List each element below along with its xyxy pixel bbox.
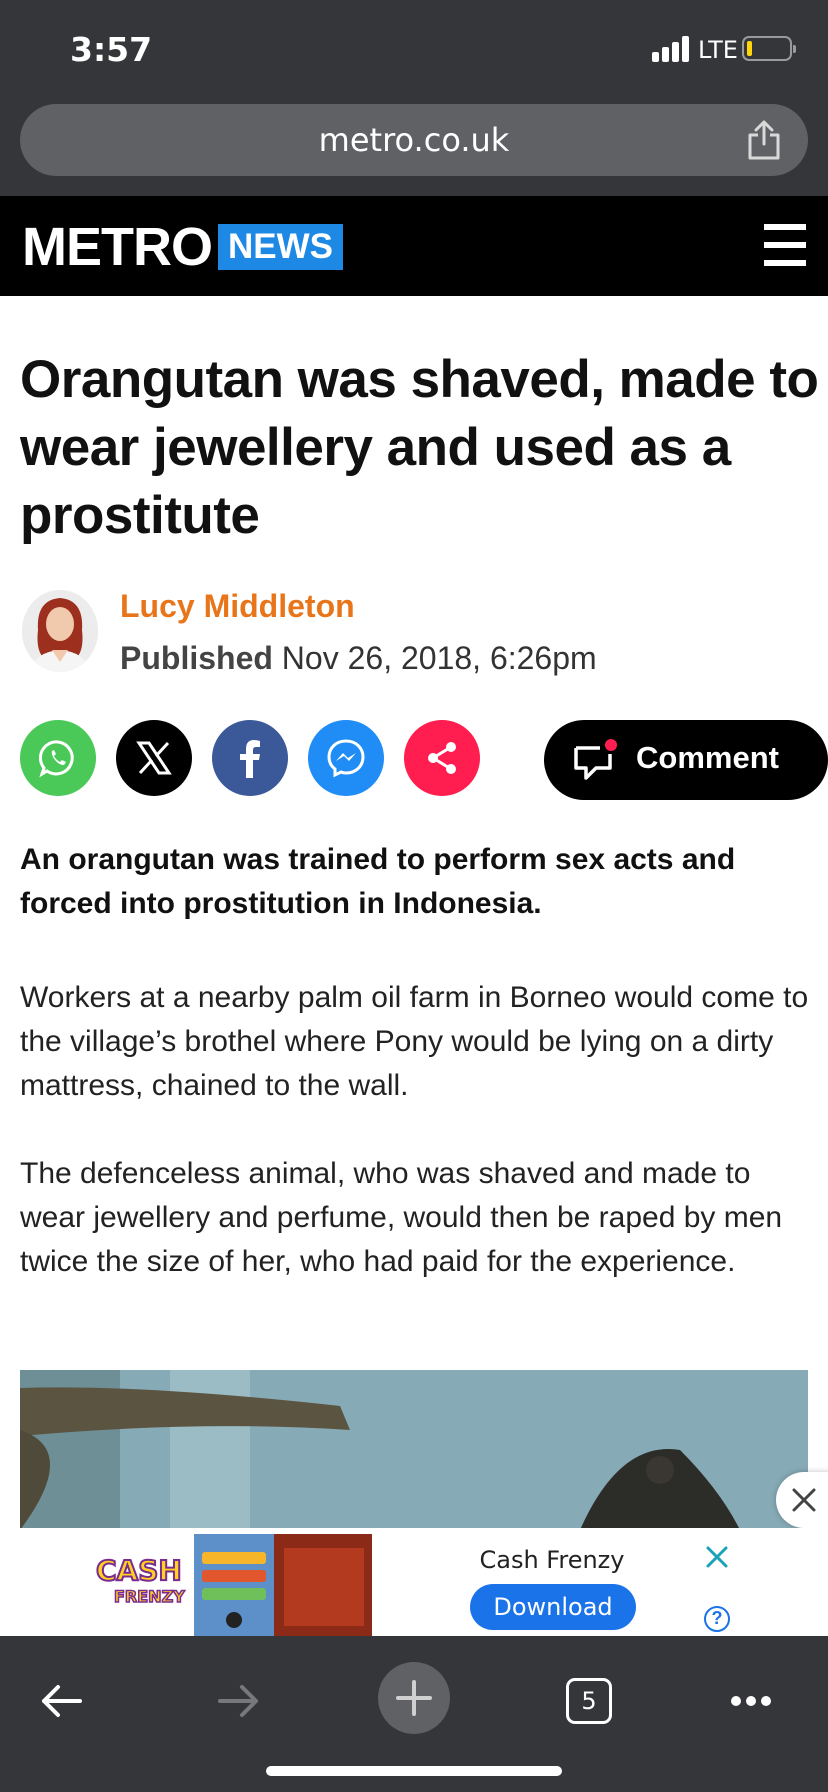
cellular-signal-icon [652,36,692,62]
url-text: metro.co.uk [318,121,510,159]
address-bar[interactable]: metro.co.uk [20,104,808,176]
battery-icon [742,36,796,61]
svg-text:FRENZY: FRENZY [114,1587,185,1606]
back-arrow-icon [42,1685,82,1717]
whatsapp-icon [38,740,74,778]
article-headline: Orangutan was shaved, made to wear jewel… [20,350,819,545]
author-name-link[interactable]: Lucy Middleton [120,588,355,625]
published-info: Published Nov 26, 2018, 6:26pm [120,640,597,677]
browser-top-bar: 3:57 LTE metro.co.uk [0,0,828,196]
back-button[interactable] [28,1666,98,1736]
more-share-button[interactable] [404,720,480,796]
plus-icon [396,1680,432,1716]
close-ad-button[interactable] [776,1472,828,1528]
article-photo[interactable] [20,1370,808,1530]
facebook-share-button[interactable] [212,720,288,796]
author-avatar[interactable] [22,590,98,672]
svg-text:CASH: CASH [96,1554,182,1587]
status-bar: 3:57 LTE [0,0,828,100]
ad-title: Cash Frenzy [479,1546,625,1574]
new-tab-button[interactable] [378,1662,450,1734]
ad-game-thumbnail [194,1534,372,1636]
comment-button[interactable]: Comment [544,720,828,800]
hamburger-menu-icon[interactable] [764,224,806,266]
ad-banner[interactable]: CASH FRENZY Cash Frenzy Download ? [0,1528,828,1636]
facebook-icon [240,740,260,778]
messenger-share-button[interactable] [308,720,384,796]
home-indicator[interactable] [266,1766,562,1776]
share-icon [428,742,456,774]
share-page-icon[interactable] [746,120,782,160]
status-time: 3:57 [70,30,153,69]
cash-frenzy-logo: CASH FRENZY [95,1553,186,1607]
more-options-button[interactable] [716,1666,786,1736]
article-paragraph: The defenceless animal, who was shaved a… [20,1157,783,1278]
messenger-icon [327,739,365,778]
close-icon [792,1488,816,1512]
section-news-tag[interactable]: NEWS [218,224,343,270]
network-type: LTE [698,36,738,64]
x-icon [136,741,172,775]
forward-button[interactable] [202,1666,272,1736]
published-label: Published [120,640,273,676]
share-buttons-row: Comment [20,720,828,800]
ad-help-icon[interactable]: ? [704,1606,730,1632]
ad-download-button[interactable]: Download [470,1584,636,1630]
forward-arrow-icon [218,1685,258,1717]
more-dots-icon [731,1696,771,1706]
x-share-button[interactable] [116,720,192,796]
ad-close-icon[interactable] [704,1544,730,1570]
published-date: Nov 26, 2018, 6:26pm [281,640,597,676]
metro-logo[interactable]: METRO [22,216,213,278]
tab-switcher-button[interactable]: 5 [566,1678,612,1724]
whatsapp-share-button[interactable] [20,720,96,796]
site-header: METRO NEWS [0,196,828,296]
comment-label: Comment [636,740,779,775]
article-lead: An orangutan was trained to perform sex … [20,843,736,920]
article-paragraph: Workers at a nearby palm oil farm in Bor… [20,981,809,1102]
comment-icon [574,739,617,780]
